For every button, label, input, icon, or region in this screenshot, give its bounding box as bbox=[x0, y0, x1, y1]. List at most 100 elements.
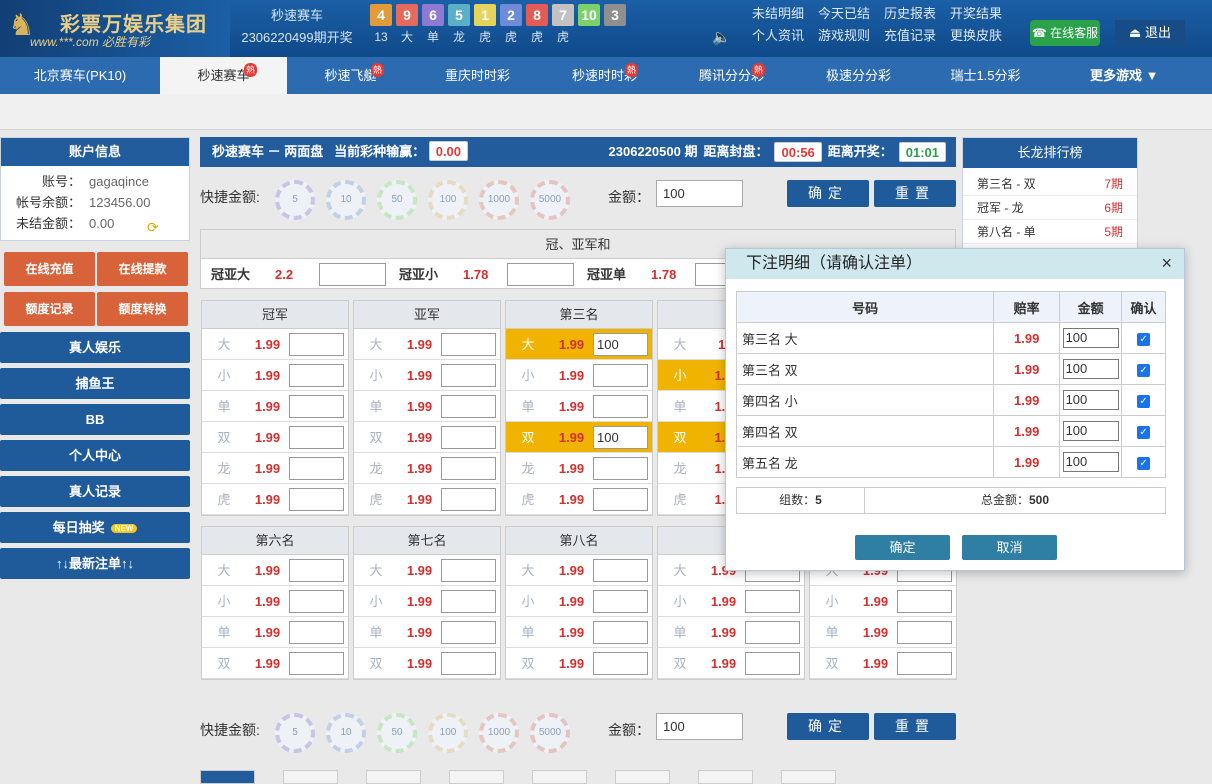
bet-option-row[interactable]: 单 1.99 bbox=[506, 617, 652, 648]
bottom-tab[interactable] bbox=[532, 770, 587, 784]
game-tab[interactable]: 瑞士1.5分彩 bbox=[922, 57, 1049, 94]
bet-option-row[interactable]: 小 1.99 bbox=[202, 360, 348, 391]
bet-amount-input[interactable] bbox=[441, 332, 496, 356]
game-tab[interactable]: 北京赛车(PK10) bbox=[0, 57, 160, 94]
bet-amount-input[interactable] bbox=[289, 425, 344, 449]
bet-option-row[interactable]: 双 1.99 bbox=[202, 648, 348, 679]
bet-option-row[interactable]: 龙 1.99 bbox=[202, 453, 348, 484]
bet-option-row[interactable]: 单 1.99 bbox=[354, 391, 500, 422]
bet-option-row[interactable]: 单 1.99 bbox=[202, 617, 348, 648]
chip-button[interactable]: 10 bbox=[326, 180, 366, 220]
side-menu-button[interactable]: 每日抽奖 NEW bbox=[0, 512, 190, 543]
bet-amount-input[interactable]: 100 bbox=[1062, 390, 1119, 410]
bet-option-row[interactable]: 大 1.99 bbox=[202, 329, 348, 360]
bottom-tab[interactable] bbox=[698, 770, 753, 784]
confirm-checkbox[interactable]: ✓ bbox=[1137, 333, 1151, 346]
bet-amount-input[interactable] bbox=[289, 589, 344, 613]
top-link[interactable]: 游戏规则 bbox=[818, 25, 870, 47]
bottom-tab[interactable] bbox=[366, 770, 421, 784]
logout-button[interactable]: ⏏ 退出 bbox=[1115, 20, 1185, 46]
bet-option-row[interactable]: 龙 1.99 bbox=[506, 453, 652, 484]
bet-amount-input[interactable]: 100 bbox=[1062, 359, 1119, 379]
bet-amount-input[interactable] bbox=[441, 651, 496, 675]
chip-button[interactable]: 10 bbox=[326, 713, 366, 753]
bet-amount-input[interactable] bbox=[289, 456, 344, 480]
game-tab[interactable]: 腾讯分分彩熱 bbox=[668, 57, 795, 94]
bottom-tab[interactable] bbox=[449, 770, 504, 784]
chip-button[interactable]: 5 bbox=[275, 713, 315, 753]
bet-amount-input[interactable] bbox=[289, 487, 344, 511]
bet-option-row[interactable]: 双 1.99 bbox=[354, 648, 500, 679]
top-link[interactable]: 充值记录 bbox=[884, 25, 936, 47]
bet-option-row[interactable]: 单 1.99 bbox=[658, 617, 804, 648]
top-link[interactable]: 今天已结 bbox=[818, 3, 870, 25]
bet-amount-input[interactable] bbox=[593, 363, 648, 387]
bet-amount-input[interactable] bbox=[593, 651, 648, 675]
sum-option-input[interactable] bbox=[319, 263, 386, 286]
bet-amount-input[interactable] bbox=[593, 620, 648, 644]
side-action-button[interactable]: 额度转换 bbox=[97, 292, 188, 326]
bet-amount-input[interactable] bbox=[745, 651, 800, 675]
bet-option-row[interactable]: 虎 1.99 bbox=[506, 484, 652, 515]
bet-option-row[interactable]: 双 1.99 bbox=[506, 648, 652, 679]
chip-button[interactable]: 50 bbox=[377, 713, 417, 753]
refresh-icon[interactable]: ⟳ bbox=[147, 219, 159, 236]
confirm-checkbox[interactable]: ✓ bbox=[1137, 395, 1151, 408]
bet-option-row[interactable]: 小 1.99 bbox=[810, 586, 956, 617]
bet-option-row[interactable]: 小 1.99 bbox=[354, 360, 500, 391]
chip-button[interactable]: 5000 bbox=[530, 713, 570, 753]
bet-option-row[interactable]: 大 1.99 bbox=[354, 329, 500, 360]
bet-option-row[interactable]: 虎 1.99 bbox=[202, 484, 348, 515]
bet-amount-input[interactable] bbox=[897, 651, 952, 675]
top-link[interactable]: 未结明细 bbox=[752, 3, 804, 25]
bet-amount-input[interactable] bbox=[593, 589, 648, 613]
top-link[interactable]: 更换皮肤 bbox=[950, 25, 1002, 47]
bet-option-row[interactable]: 大 1.99 100 bbox=[506, 329, 652, 360]
online-service-button[interactable]: ☎ 在线客服 bbox=[1030, 20, 1100, 46]
dialog-cancel-button[interactable]: 取消 bbox=[962, 535, 1057, 560]
bet-option-row[interactable]: 单 1.99 bbox=[506, 391, 652, 422]
bet-amount-input[interactable] bbox=[289, 651, 344, 675]
bet-amount-input[interactable] bbox=[441, 620, 496, 644]
bet-amount-input[interactable] bbox=[289, 332, 344, 356]
side-action-button[interactable]: 额度记录 bbox=[4, 292, 95, 326]
bet-amount-input[interactable] bbox=[593, 394, 648, 418]
game-tab[interactable]: 极速分分彩 bbox=[795, 57, 922, 94]
confirm-button[interactable]: 确定 bbox=[787, 180, 869, 207]
top-link[interactable]: 开奖结果 bbox=[950, 3, 1002, 25]
top-link[interactable]: 历史报表 bbox=[884, 3, 936, 25]
bet-option-row[interactable]: 双 1.99 bbox=[354, 422, 500, 453]
chip-button[interactable]: 5 bbox=[275, 180, 315, 220]
dialog-confirm-button[interactable]: 确定 bbox=[855, 535, 950, 560]
bet-amount-input[interactable] bbox=[289, 620, 344, 644]
chip-button[interactable]: 50 bbox=[377, 180, 417, 220]
bet-amount-input[interactable] bbox=[593, 558, 648, 582]
side-menu-button[interactable]: ↑↓最新注单↑↓ bbox=[0, 548, 190, 579]
bet-amount-input[interactable]: 100 bbox=[593, 332, 648, 356]
bet-amount-input[interactable] bbox=[745, 589, 800, 613]
bet-amount-input[interactable] bbox=[441, 363, 496, 387]
bet-amount-input[interactable]: 100 bbox=[593, 425, 648, 449]
side-menu-button[interactable]: BB bbox=[0, 404, 190, 435]
confirm-checkbox[interactable]: ✓ bbox=[1137, 457, 1151, 470]
bet-amount-input[interactable] bbox=[897, 620, 952, 644]
bet-amount-input[interactable] bbox=[289, 558, 344, 582]
bet-amount-input[interactable] bbox=[441, 394, 496, 418]
bet-option-row[interactable]: 小 1.99 bbox=[658, 586, 804, 617]
top-link[interactable]: 个人资讯 bbox=[752, 25, 804, 47]
bet-amount-input[interactable]: 100 bbox=[1062, 452, 1119, 472]
bet-amount-input[interactable] bbox=[593, 487, 648, 511]
amount-input[interactable]: 100 bbox=[656, 713, 743, 740]
bet-amount-input[interactable] bbox=[593, 456, 648, 480]
game-tab[interactable]: 重庆时时彩 bbox=[414, 57, 541, 94]
side-action-button[interactable]: 在线充值 bbox=[4, 252, 95, 286]
bet-amount-input[interactable] bbox=[289, 363, 344, 387]
bet-amount-input[interactable] bbox=[441, 425, 496, 449]
game-tab[interactable]: 秒速时时彩熱 bbox=[541, 57, 668, 94]
bet-amount-input[interactable] bbox=[441, 589, 496, 613]
bet-option-row[interactable]: 双 1.99 bbox=[202, 422, 348, 453]
close-icon[interactable]: × bbox=[1161, 253, 1172, 274]
bet-option-row[interactable]: 小 1.99 bbox=[354, 586, 500, 617]
speaker-icon[interactable]: 🔈 bbox=[712, 28, 731, 46]
side-menu-button[interactable]: 真人记录 bbox=[0, 476, 190, 507]
